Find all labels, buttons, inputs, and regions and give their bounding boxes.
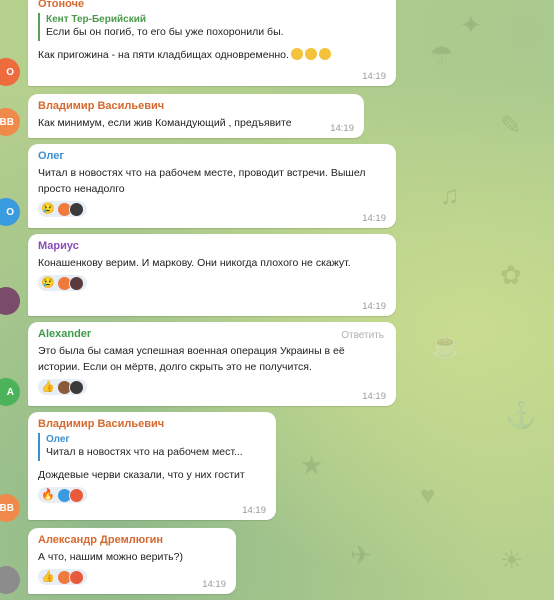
reply-text: Читал в новостях что на рабочем мест... <box>46 446 243 458</box>
smile-emoji-icon <box>304 48 317 60</box>
reactor-avatar <box>68 201 84 217</box>
message-text: Как пригожина - на пяти кладбищах одновр… <box>38 47 386 63</box>
message-time: 14:19 <box>362 301 386 312</box>
avatar[interactable]: ВВ <box>0 108 20 136</box>
avatar[interactable]: O <box>0 198 20 226</box>
reactions: 😢 <box>38 201 386 217</box>
reactions: 👍 <box>38 379 386 395</box>
reactor-avatar <box>68 569 84 585</box>
reaction-chip[interactable]: 👍 <box>38 379 87 395</box>
sender-name[interactable]: Alexander <box>38 328 386 340</box>
reactions: 👍 <box>38 569 226 585</box>
message-bubble[interactable]: Alexander Ответить Это была бы самая усп… <box>28 322 396 406</box>
message-text: Дождевые черви сказали, что у них гостит <box>38 469 245 481</box>
avatar[interactable] <box>0 287 20 315</box>
message-bubble[interactable]: Отоноче Кент Тер-Берийский Если бы он по… <box>28 0 396 86</box>
sender-name[interactable]: Александр Дремлюгин <box>38 534 226 546</box>
reaction-emoji: 😢 <box>41 203 55 215</box>
message-bubble[interactable]: Мариус Конашенкову верим. И маркову. Они… <box>28 234 396 316</box>
reactions: 😢 <box>38 275 386 291</box>
message-text: Как минимум, если жив Командующий , пред… <box>38 117 292 129</box>
message-time: 14:19 <box>202 579 226 590</box>
smile-emoji-icon <box>290 48 303 60</box>
reply-text: Если бы он погиб, то его бы уже похорони… <box>46 26 284 38</box>
reply-sender: Кент Тер-Берийский <box>46 14 147 25</box>
message-bubble[interactable]: Александр Дремлюгин А что, нашим можно в… <box>28 528 236 594</box>
message-text: Конашенкову верим. И маркову. Они никогд… <box>38 257 351 269</box>
message-text: Это была бы самая успешная военная опера… <box>38 345 345 373</box>
message-time: 14:19 <box>330 123 354 134</box>
sender-name[interactable]: Мариус <box>38 240 386 252</box>
reactor-avatar <box>68 275 84 291</box>
message-time: 14:19 <box>242 505 266 516</box>
avatar[interactable]: O <box>0 58 20 86</box>
reaction-chip[interactable]: 🔥 <box>38 487 87 503</box>
sender-name[interactable]: Владимир Васильевич <box>38 418 266 430</box>
message-time: 14:19 <box>362 213 386 224</box>
message-text: Читал в новостях что на рабочем месте, п… <box>38 167 366 195</box>
reactor-avatar <box>68 487 84 503</box>
reply-preview[interactable]: Олег Читал в новостях что на рабочем мес… <box>38 433 266 461</box>
reactions: 🔥 <box>38 487 266 503</box>
message-bubble[interactable]: Владимир Васильевич Олег Читал в новостя… <box>28 412 276 520</box>
avatar[interactable] <box>0 566 20 594</box>
reaction-chip[interactable]: 👍 <box>38 569 87 585</box>
reaction-chip[interactable]: 😢 <box>38 201 87 217</box>
smile-emoji-icon <box>318 48 331 60</box>
message-time: 14:19 <box>362 71 386 82</box>
reaction-emoji: 😢 <box>41 277 55 289</box>
reaction-emoji: 🔥 <box>41 489 55 501</box>
sender-name[interactable]: Олег <box>38 150 386 162</box>
reply-preview[interactable]: Кент Тер-Берийский Если бы он погиб, то … <box>38 13 386 41</box>
reply-button[interactable]: Ответить <box>341 330 384 341</box>
avatar[interactable]: A <box>0 378 20 406</box>
reaction-chip[interactable]: 😢 <box>38 275 87 291</box>
message-bubble[interactable]: Олег Читал в новостях что на рабочем мес… <box>28 144 396 228</box>
reply-sender: Олег <box>46 434 70 445</box>
avatar[interactable]: ВВ <box>0 494 20 522</box>
reaction-emoji: 👍 <box>41 381 55 393</box>
reaction-emoji: 👍 <box>41 571 55 583</box>
sender-name[interactable]: Отоноче <box>38 0 386 10</box>
reactor-avatar <box>68 379 84 395</box>
message-text: А что, нашим можно верить?) <box>38 551 183 563</box>
message-bubble[interactable]: Владимир Васильевич Как минимум, если жи… <box>28 94 364 138</box>
sender-name[interactable]: Владимир Васильевич <box>38 100 354 112</box>
message-time: 14:19 <box>362 391 386 402</box>
